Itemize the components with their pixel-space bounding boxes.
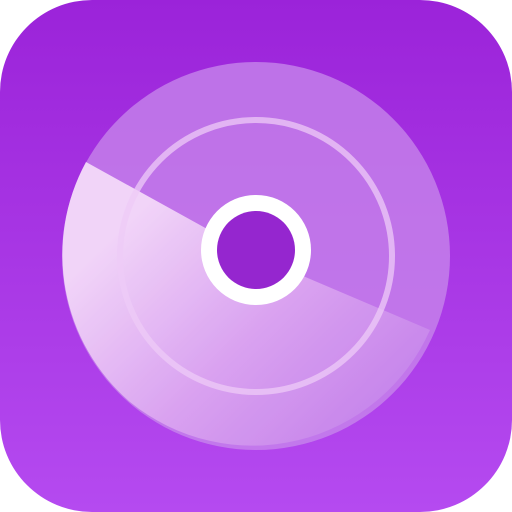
app-icon-canvas	[0, 0, 512, 512]
disc-app-icon[interactable]	[0, 0, 512, 512]
disc-hub-center	[217, 211, 295, 289]
